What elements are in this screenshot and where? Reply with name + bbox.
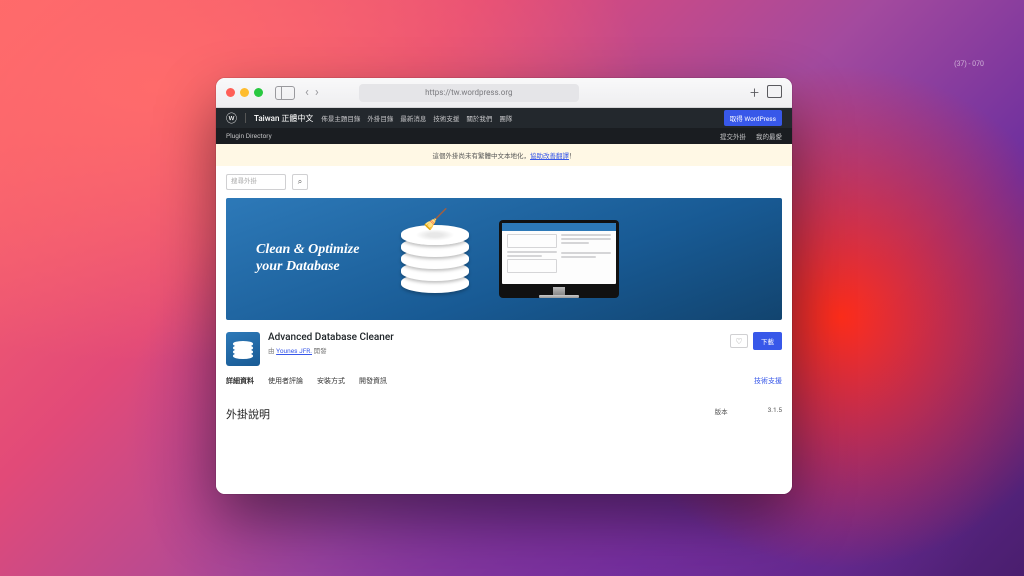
version-value: 3.1.5	[768, 406, 782, 416]
download-button[interactable]: 下載	[753, 332, 782, 350]
search-icon: ⌕	[298, 177, 302, 187]
menu-themes[interactable]: 佈景主題目錄	[321, 113, 360, 123]
tab-support[interactable]: 技術支援	[754, 376, 782, 391]
fullscreen-icon[interactable]	[254, 88, 263, 97]
close-icon[interactable]	[226, 88, 235, 97]
menu-plugins[interactable]: 外掛目錄	[367, 113, 393, 123]
wordpress-logo-icon[interactable]: ⓦ	[226, 110, 237, 126]
site-title[interactable]: Taiwan 正體中文	[254, 113, 313, 124]
menu-support[interactable]: 技術支援	[433, 113, 459, 123]
version-row: 版本 3.1.5	[715, 406, 782, 416]
tab-development[interactable]: 開發資訊	[359, 376, 387, 391]
minimize-icon[interactable]	[240, 88, 249, 97]
search-input[interactable]: 搜尋外掛	[226, 174, 286, 190]
menu-about[interactable]: 關於我們	[466, 113, 492, 123]
favorites-link[interactable]: 我的最愛	[756, 131, 782, 141]
plugin-banner: Clean & Optimize your Database 🧹	[226, 198, 782, 320]
tab-installation[interactable]: 安裝方式	[317, 376, 345, 391]
page-content: ⓦ Taiwan 正體中文 佈景主題目錄 外掛目錄 最新消息 技術支援 關於我們…	[216, 108, 792, 494]
url-text: https://tw.wordpress.org	[425, 88, 512, 97]
broom-icon: 🧹	[423, 207, 448, 231]
plugin-icon	[226, 332, 260, 366]
translation-notice: 這個外掛尚未有繁體中文本地化，協助改善翻譯！	[216, 144, 792, 166]
menu-team[interactable]: 團隊	[499, 113, 512, 123]
wp-global-nav: ⓦ Taiwan 正體中文 佈景主題目錄 外掛目錄 最新消息 技術支援 關於我們…	[216, 108, 792, 128]
banner-headline: Clean & Optimize your Database	[256, 242, 386, 276]
nav-arrows: ‹ ›	[305, 85, 319, 100]
subnav-title[interactable]: Plugin Directory	[226, 132, 272, 140]
back-icon[interactable]: ‹	[305, 85, 309, 100]
browser-window: ‹ › https://tw.wordpress.org + ⓦ Taiwan …	[216, 78, 792, 494]
search-row: 搜尋外掛 ⌕	[216, 166, 792, 198]
version-label: 版本	[715, 406, 728, 416]
plugin-header: Advanced Database Cleaner 由 Younes JFR. …	[226, 332, 782, 366]
tab-details[interactable]: 詳細資料	[226, 376, 254, 391]
desktop-wallpaper: (37) - 070 ‹ › https://tw.wordpress.org …	[0, 0, 1024, 576]
author-link[interactable]: Younes JFR.	[276, 347, 312, 355]
heart-icon: ♡	[735, 337, 742, 346]
plugin-title: Advanced Database Cleaner	[268, 332, 394, 343]
new-tab-icon[interactable]: +	[750, 85, 759, 101]
tabs-icon[interactable]	[769, 87, 782, 98]
forward-icon[interactable]: ›	[315, 85, 319, 100]
primary-menu: 佈景主題目錄 外掛目錄 最新消息 技術支援 關於我們 團隊	[321, 113, 512, 123]
sidebar-toggle-icon[interactable]	[275, 86, 295, 100]
description-heading: 外掛說明	[226, 406, 270, 422]
get-wordpress-button[interactable]: 取得 WordPress	[724, 110, 782, 126]
traffic-lights	[226, 88, 263, 97]
menu-news[interactable]: 最新消息	[400, 113, 426, 123]
submit-plugin-link[interactable]: 提交外掛	[720, 131, 746, 141]
monitor-illustration	[499, 220, 619, 298]
database-icon: 🧹	[401, 225, 469, 293]
zoom-indicator: (37) - 070	[954, 60, 984, 68]
plugin-tabs: 詳細資料 使用者評論 安裝方式 開發資訊 技術支援	[226, 376, 782, 392]
tab-reviews[interactable]: 使用者評論	[268, 376, 303, 391]
favorite-button[interactable]: ♡	[730, 334, 748, 348]
search-button[interactable]: ⌕	[292, 174, 308, 190]
url-bar[interactable]: https://tw.wordpress.org	[359, 84, 579, 102]
plugin-author-line: 由 Younes JFR. 開發	[268, 345, 394, 355]
translate-link[interactable]: 協助改善翻譯	[530, 152, 569, 160]
wp-subnav: Plugin Directory 提交外掛 我的最愛	[216, 128, 792, 144]
titlebar: ‹ › https://tw.wordpress.org +	[216, 78, 792, 108]
content-row: 外掛說明 版本 3.1.5	[226, 406, 782, 422]
